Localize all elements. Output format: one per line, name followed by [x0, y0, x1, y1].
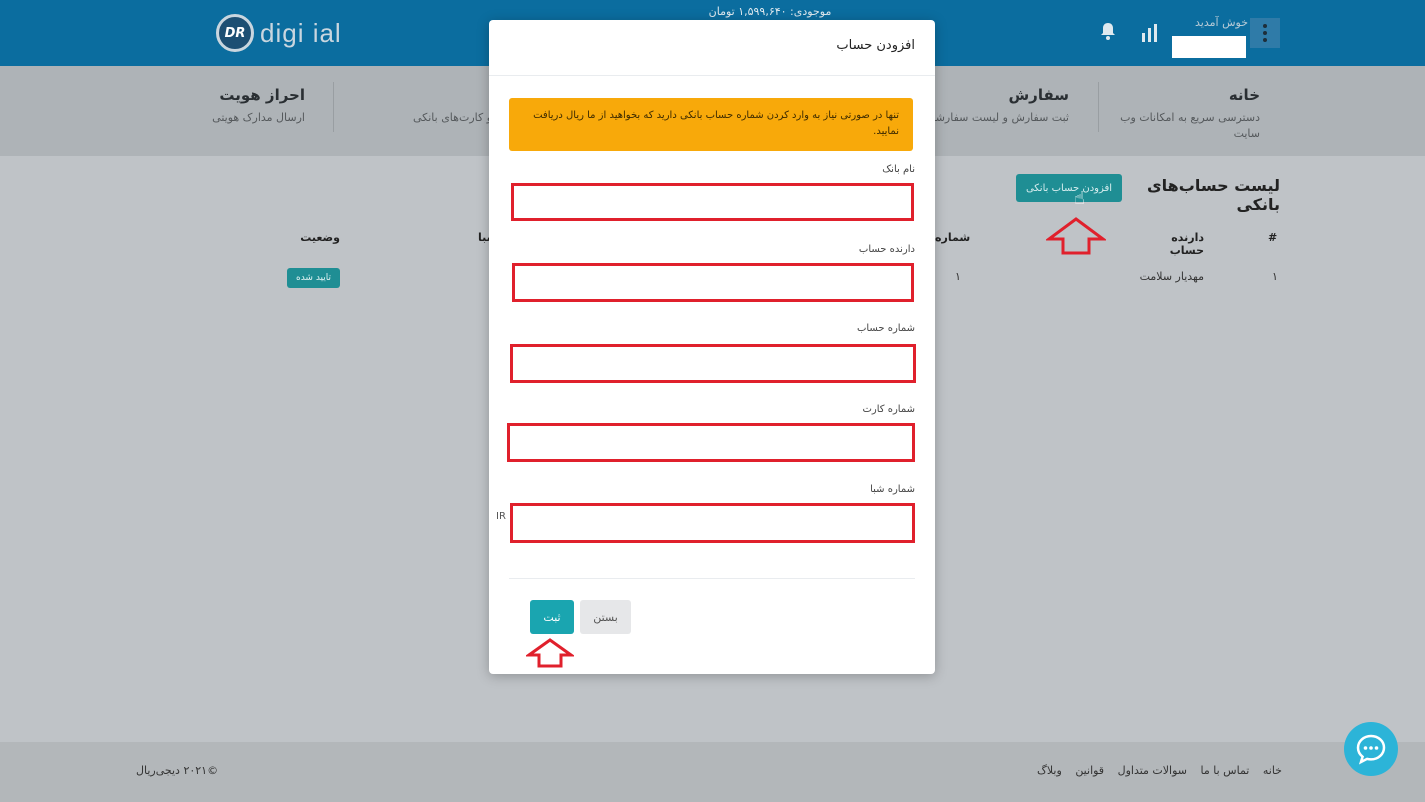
chat-icon: [1356, 734, 1386, 765]
balance-text: موجودی: ۱,۵۹۹,۶۴۰ تومان: [708, 5, 832, 18]
card-number-input[interactable]: [507, 423, 915, 462]
account-number-input[interactable]: [510, 344, 916, 383]
add-bank-account-button[interactable]: افزودن حساب بانکی: [1016, 174, 1122, 202]
footer-link-faq[interactable]: سوالات متداول: [1118, 764, 1187, 777]
bank-name-label: نام بانک: [882, 164, 915, 175]
arrow-up-icon: [1046, 217, 1106, 255]
chat-button[interactable]: [1344, 722, 1398, 776]
card-number-label: شماره کارت: [862, 404, 915, 415]
nav-divider: [1098, 82, 1099, 132]
close-button[interactable]: بستن: [580, 600, 631, 634]
modal-title: افزودن حساب: [836, 38, 915, 53]
nav-title: احراز هویت: [219, 86, 305, 104]
table-cell-holder: مهدیار سلامت: [1139, 270, 1204, 283]
footer-link-contact[interactable]: تماس با ما: [1201, 764, 1250, 777]
holder-input[interactable]: [512, 263, 914, 302]
nav-item-home[interactable]: خانه دسترسی سریع به امکانات وب سایت: [1100, 86, 1260, 142]
status-badge: تایید شده: [287, 268, 340, 288]
nav-desc: دسترسی سریع به امکانات وب سایت: [1120, 111, 1260, 140]
footer-link-home[interactable]: خانه: [1263, 764, 1282, 777]
logo-text: digi ial: [260, 17, 342, 48]
bell-icon[interactable]: [1100, 22, 1116, 40]
bank-name-input[interactable]: [511, 183, 914, 221]
footer-link-blog[interactable]: وبلاگ: [1037, 764, 1062, 777]
table-cell-index: ۱: [1272, 270, 1278, 283]
chart-icon[interactable]: [1140, 24, 1160, 42]
account-number-label: شماره حساب: [856, 323, 915, 334]
arrow-up-icon: [526, 638, 574, 668]
footer-links: خانه تماس با ما سوالات متداول قوانین وبل…: [1020, 764, 1282, 777]
footer-link-rules[interactable]: قوانین: [1075, 764, 1104, 777]
table-cell-number: ۱: [955, 270, 961, 283]
logo[interactable]: DR digi ial: [216, 14, 342, 52]
add-account-modal: افزودن حساب تنها در صورتی نیاز به وارد ک…: [489, 20, 935, 674]
logo-mark: DR: [216, 14, 254, 52]
welcome-text: خوش آمدید: [1195, 16, 1248, 29]
sheba-input[interactable]: [510, 503, 915, 543]
submit-button[interactable]: ثبت: [530, 600, 574, 634]
hand-cursor-icon: ☝: [1074, 188, 1085, 209]
page-title: لیست حساب‌های بانکی: [1147, 176, 1280, 214]
nav-title: خانه: [1228, 86, 1260, 104]
table-header-holder: دارنده حساب: [1169, 231, 1204, 257]
holder-label: دارنده حساب: [858, 244, 915, 255]
sheba-label: شماره شبا: [870, 484, 915, 495]
info-alert: تنها در صورتی نیاز به وارد کردن شماره حس…: [509, 98, 913, 151]
nav-item-identity[interactable]: احراز هویت ارسال مدارک هویتی: [135, 86, 305, 126]
user-name-box[interactable]: [1172, 36, 1246, 58]
more-menu-icon[interactable]: [1250, 18, 1280, 48]
nav-desc: ارسال مدارک هویتی: [212, 111, 305, 124]
table-header-index: #: [1268, 231, 1278, 244]
nav-divider: [333, 82, 334, 132]
sheba-prefix: IR: [496, 511, 506, 522]
modal-header: افزودن حساب: [489, 20, 935, 76]
table-header-number: شماره: [935, 231, 971, 244]
table-header-status: وضعیت: [300, 231, 340, 244]
modal-divider: [509, 578, 915, 579]
copyright: ©۲۰۲۱ دیجی‌ریال: [136, 764, 219, 777]
